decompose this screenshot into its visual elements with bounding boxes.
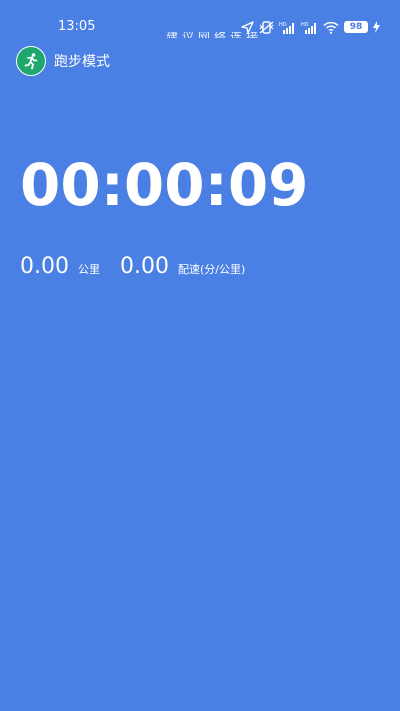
stats-row: 0.00 公里 0.00 配速(分/公里) [20, 253, 245, 281]
pace-unit: 配速(分/公里) [177, 263, 246, 276]
elapsed-timer: 00:00:09 [20, 151, 309, 219]
status-bar: 13:05 建议网络连接 HD HD 98 [0, 0, 400, 44]
location-arrow-icon [241, 20, 254, 34]
page-title: 跑步模式 [54, 54, 110, 70]
svg-text:HD: HD [279, 22, 287, 28]
signal-hd-icon-2: HD [301, 21, 318, 34]
wifi-icon [323, 21, 339, 34]
pace-value: 0.00 [119, 254, 169, 279]
app-header: 跑步模式 [16, 46, 110, 76]
distance-unit: 公里 [77, 263, 100, 276]
status-time: 13:05 [58, 19, 96, 34]
running-person-icon[interactable] [16, 46, 46, 76]
status-icons: HD HD 98 [241, 18, 380, 36]
svg-text:HD: HD [301, 22, 309, 28]
charging-bolt-icon [373, 21, 380, 33]
signal-hd-icon-1: HD [279, 21, 296, 34]
vibrate-off-icon [259, 20, 274, 34]
battery-icon: 98 [344, 21, 368, 33]
distance-value: 0.00 [20, 254, 69, 279]
